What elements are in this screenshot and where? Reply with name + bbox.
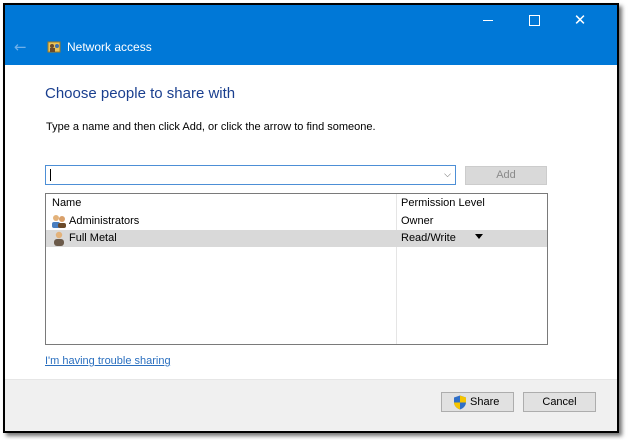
chevron-down-icon[interactable]: ⌵ [444, 167, 451, 183]
minimize-icon [483, 20, 493, 21]
column-header-name[interactable]: Name [52, 197, 81, 209]
page-title: Choose people to share with [45, 85, 236, 102]
trouble-sharing-link[interactable]: I'm having trouble sharing [45, 355, 171, 367]
close-icon: ✕ [573, 11, 587, 29]
network-access-window: ✕ ← Network access Choose people to shar… [3, 3, 619, 433]
list-item[interactable]: Administrators Owner [46, 213, 547, 230]
group-users-icon [52, 215, 66, 228]
name-combobox[interactable]: ⌵ [45, 165, 456, 185]
caret-down-icon[interactable] [475, 234, 483, 239]
maximize-button[interactable] [511, 5, 557, 35]
title-bar: ✕ ← Network access [5, 5, 617, 65]
dialog-footer: Share Cancel [5, 379, 617, 431]
cancel-button[interactable]: Cancel [523, 392, 596, 412]
window-title: Network access [67, 40, 152, 54]
row-name: Full Metal [69, 232, 117, 244]
list-item[interactable]: Full Metal Read/Write [46, 230, 547, 247]
minimize-button[interactable] [465, 5, 511, 35]
instruction-text: Type a name and then click Add, or click… [46, 121, 376, 133]
share-label: Share [470, 396, 500, 408]
permission-dropdown[interactable]: Read/Write [401, 232, 456, 244]
uac-shield-icon [454, 395, 466, 410]
row-name: Administrators [69, 215, 140, 227]
maximize-icon [529, 15, 540, 26]
network-share-icon [47, 41, 61, 53]
window-controls: ✕ [5, 5, 617, 35]
dialog-content: Choose people to share with Type a name … [5, 65, 617, 379]
column-header-permission[interactable]: Permission Level [401, 197, 485, 209]
add-button[interactable]: Add [465, 166, 547, 185]
share-button[interactable]: Share [441, 392, 514, 412]
share-list: Name Permission Level Administrators Own… [45, 193, 548, 345]
text-caret [50, 169, 51, 181]
user-icon [54, 231, 64, 246]
back-arrow-icon[interactable]: ← [14, 37, 30, 57]
close-button[interactable]: ✕ [557, 5, 603, 35]
row-permission: Owner [401, 215, 434, 227]
